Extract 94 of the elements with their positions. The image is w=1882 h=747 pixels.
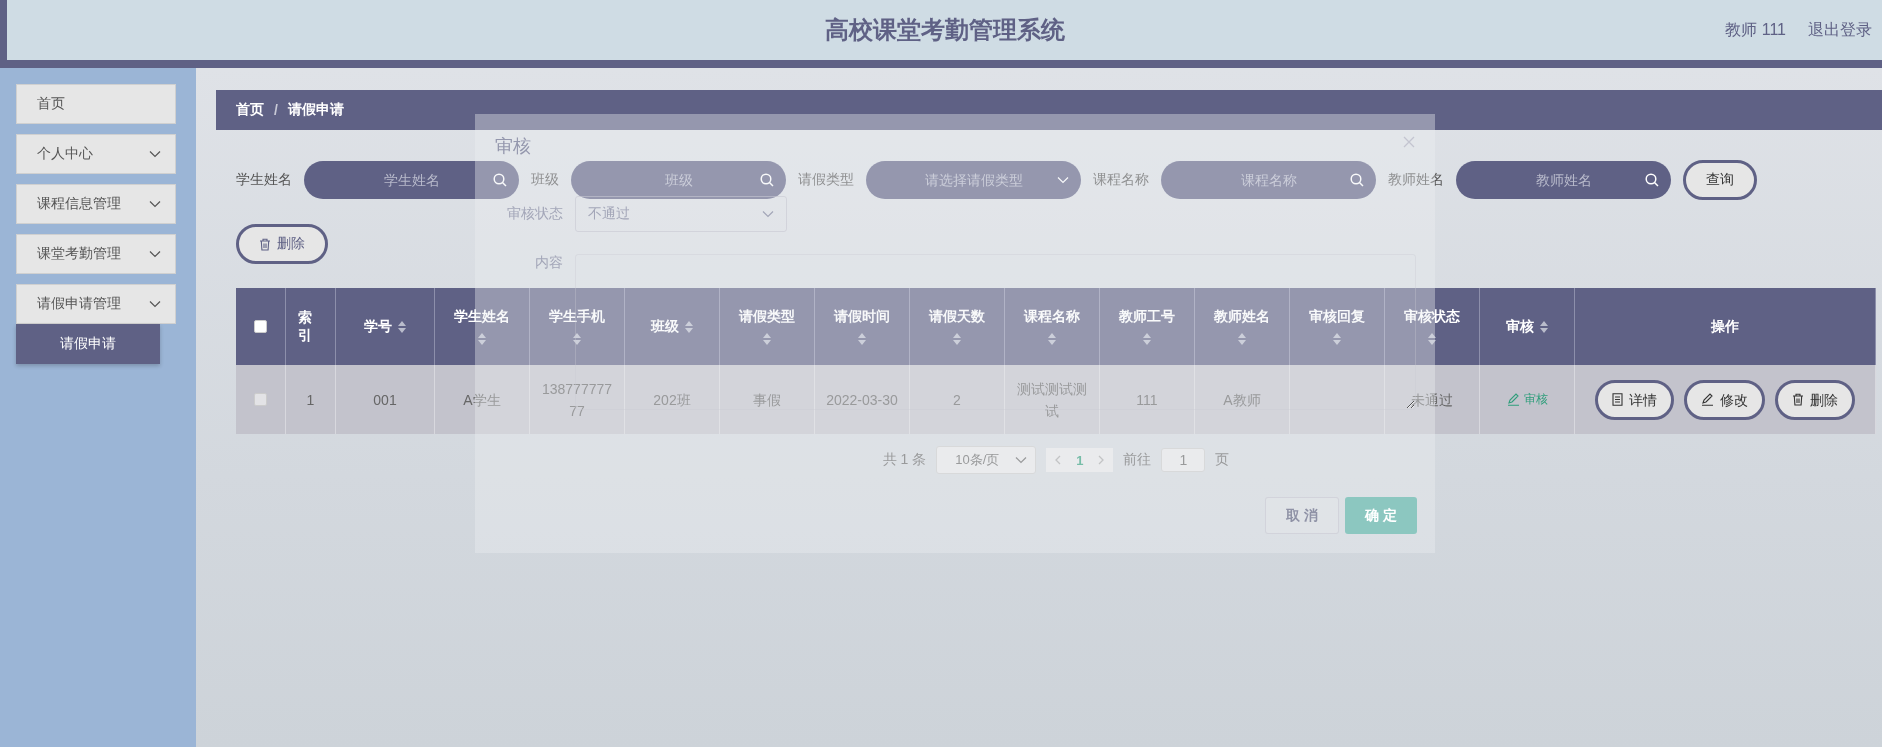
sort-icon bbox=[1332, 331, 1342, 346]
chevron-down-icon bbox=[1057, 176, 1069, 184]
table-cell: 111 bbox=[1100, 365, 1195, 434]
filter-label: 班级 bbox=[531, 171, 559, 189]
column-header[interactable]: 教师工号 bbox=[1100, 288, 1195, 365]
sort-icon bbox=[1237, 331, 1247, 346]
column-header: 索引 bbox=[286, 288, 336, 365]
table-cell: 事假 bbox=[720, 365, 815, 434]
sort-icon bbox=[857, 331, 867, 346]
previous-page-icon[interactable] bbox=[1054, 455, 1063, 465]
column-header[interactable]: 教师姓名 bbox=[1195, 288, 1290, 365]
search-field[interactable]: 学生姓名 bbox=[304, 161, 519, 199]
total-count: 共 1 条 bbox=[882, 451, 927, 469]
table-cell: 202班 bbox=[625, 365, 720, 434]
sort-icon bbox=[1538, 319, 1549, 334]
column-header[interactable]: 请假时间 bbox=[815, 288, 910, 365]
detail-button[interactable]: 详情 bbox=[1595, 379, 1674, 420]
sidebar-item[interactable]: 课程信息管理 bbox=[16, 184, 176, 224]
filter-label: 请假类型 bbox=[798, 171, 854, 189]
logout-link[interactable]: 退出登录 bbox=[1808, 19, 1872, 41]
table-cell: 未通过 bbox=[1385, 365, 1480, 434]
column-header[interactable]: 课程名称 bbox=[1005, 288, 1100, 365]
goto-page-field[interactable]: 1 bbox=[1161, 448, 1206, 472]
column-header[interactable]: 审核状态 bbox=[1385, 288, 1480, 365]
sort-icon bbox=[762, 331, 772, 346]
sort-icon bbox=[572, 331, 582, 346]
search-icon bbox=[760, 173, 774, 187]
table-cell: 测试测试测试 bbox=[1005, 365, 1100, 434]
chevron-down-icon bbox=[762, 210, 774, 218]
page-suffix: 页 bbox=[1215, 451, 1230, 469]
column-header[interactable]: 审核 bbox=[1480, 288, 1575, 365]
page-size-select[interactable]: 10条/页 bbox=[936, 446, 1037, 474]
sort-icon bbox=[952, 331, 962, 346]
dialog-field-label: 审核状态 bbox=[506, 205, 563, 223]
column-header[interactable]: 学号 bbox=[336, 288, 435, 365]
breadcrumb-separator: / bbox=[274, 102, 278, 118]
column-header[interactable]: 请假天数 bbox=[910, 288, 1005, 365]
pencil-icon bbox=[1701, 393, 1714, 406]
table-cell: 001 bbox=[336, 365, 435, 434]
search-icon bbox=[1645, 173, 1659, 187]
chevron-down-icon bbox=[1015, 456, 1028, 464]
column-header[interactable]: 学生姓名 bbox=[435, 288, 530, 365]
delete-button[interactable]: 删除 bbox=[1775, 379, 1855, 420]
breadcrumb-link[interactable]: 首页 bbox=[236, 101, 264, 119]
filter-label: 课程名称 bbox=[1093, 171, 1149, 189]
chevron-down-icon bbox=[149, 250, 161, 258]
trash-icon bbox=[259, 237, 271, 251]
edit-button[interactable]: 修改 bbox=[1684, 379, 1765, 420]
table-cell: A教师 bbox=[1195, 365, 1290, 434]
select-all-checkbox[interactable] bbox=[254, 320, 267, 333]
sort-icon bbox=[396, 319, 407, 334]
table-cell: 13877777777 bbox=[530, 365, 625, 434]
table-cell: 2 bbox=[910, 365, 1005, 434]
chevron-down-icon bbox=[149, 150, 161, 158]
sort-icon bbox=[683, 319, 694, 334]
sidebar-item[interactable]: 首页 bbox=[16, 84, 176, 124]
goto-label: 前往 bbox=[1123, 451, 1152, 469]
sort-icon bbox=[477, 331, 487, 346]
column-header[interactable]: 请假类型 bbox=[720, 288, 815, 365]
sidebar-item[interactable]: 个人中心 bbox=[16, 134, 176, 174]
app-title: 高校课堂考勤管理系统 bbox=[824, 15, 1065, 45]
column-header: 操作 bbox=[1575, 288, 1876, 365]
column-header[interactable]: 班级 bbox=[625, 288, 720, 365]
next-page-icon[interactable] bbox=[1097, 455, 1106, 465]
row-checkbox[interactable] bbox=[254, 393, 267, 406]
sort-icon bbox=[1142, 331, 1152, 346]
filter-label: 教师姓名 bbox=[1388, 171, 1444, 189]
table-cell: A学生 bbox=[435, 365, 530, 434]
table-cell: 1 bbox=[286, 365, 336, 434]
dialog-title: 审核 bbox=[495, 135, 531, 158]
column-header[interactable]: 审核回复 bbox=[1290, 288, 1385, 365]
edit-icon bbox=[1506, 393, 1520, 406]
close-icon[interactable] bbox=[1403, 136, 1415, 148]
search-icon bbox=[1350, 173, 1364, 187]
dialog-field-label: 内容 bbox=[534, 254, 563, 272]
filter-label: 学生姓名 bbox=[236, 171, 292, 189]
chevron-down-icon bbox=[149, 300, 161, 308]
sidebar-item[interactable]: 课堂考勤管理 bbox=[16, 234, 176, 274]
search-field[interactable]: 教师姓名 bbox=[1456, 161, 1671, 199]
query-button[interactable]: 查询 bbox=[1683, 160, 1757, 200]
chevron-down-icon bbox=[149, 200, 161, 208]
document-icon bbox=[1612, 393, 1623, 406]
trash-icon bbox=[1792, 393, 1804, 406]
table-cell: 2022-03-30 bbox=[815, 365, 910, 434]
sort-icon bbox=[1427, 331, 1437, 346]
column-header[interactable]: 学生手机 bbox=[530, 288, 625, 365]
breadcrumb-link[interactable]: 请假申请 bbox=[287, 101, 344, 119]
sidebar-subitem[interactable]: 请假申请 bbox=[16, 324, 160, 364]
search-icon bbox=[493, 173, 507, 187]
user-name: 教师 111 bbox=[1725, 19, 1786, 40]
delete-button[interactable]: 删除 bbox=[236, 224, 328, 264]
sort-icon bbox=[1047, 331, 1057, 346]
cancel-button[interactable]: 取 消 bbox=[1265, 497, 1339, 534]
sidebar-item[interactable]: 请假申请管理 bbox=[16, 284, 176, 324]
